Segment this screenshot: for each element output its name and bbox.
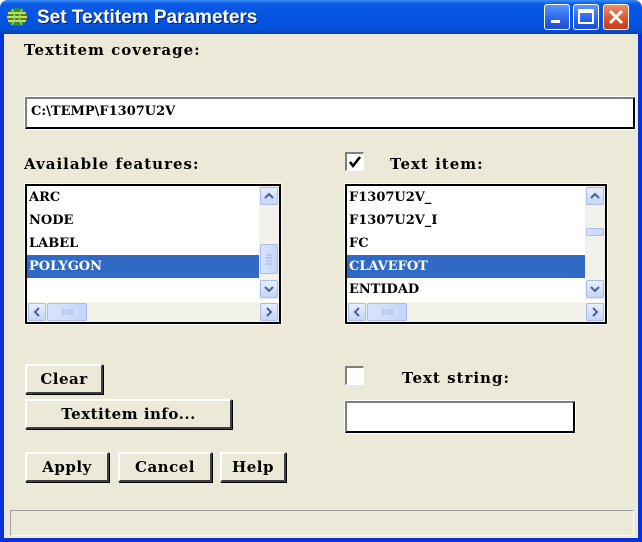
help-button[interactable]: Help xyxy=(220,452,286,482)
text-item-list[interactable]: F1307U2V_ F1307U2V_I FC CLAVEFOT ENTIDAD xyxy=(344,183,608,325)
status-bar xyxy=(10,510,634,536)
list-item[interactable]: ENTIDAD xyxy=(347,278,585,301)
horizontal-scrollbar[interactable] xyxy=(347,302,605,322)
window-title: Set Textitem Parameters xyxy=(37,7,258,28)
vertical-scrollbar[interactable] xyxy=(259,186,279,300)
minimize-button[interactable] xyxy=(544,4,570,30)
list-item-selected[interactable]: POLYGON xyxy=(27,255,259,278)
scroll-down-button[interactable] xyxy=(260,280,278,298)
vertical-scrollbar[interactable] xyxy=(585,186,605,300)
scroll-down-button[interactable] xyxy=(586,280,604,298)
list-item[interactable]: FC xyxy=(347,232,585,255)
clear-button[interactable]: Clear xyxy=(25,364,103,394)
app-icon xyxy=(6,7,28,27)
chevron-left-icon xyxy=(33,307,40,317)
coverage-input[interactable]: C:\TEMP\F1307U2V xyxy=(24,96,636,130)
grip-icon xyxy=(382,309,393,315)
title-bar[interactable]: Set Textitem Parameters xyxy=(0,0,642,34)
scroll-up-button[interactable] xyxy=(260,187,278,205)
close-icon xyxy=(608,9,624,25)
text-string-label: Text string: xyxy=(402,369,510,387)
chevron-down-icon xyxy=(264,286,274,293)
available-features-items: ARC NODE LABEL POLYGON xyxy=(27,186,259,278)
chevron-up-icon xyxy=(590,192,600,199)
apply-button[interactable]: Apply xyxy=(25,452,109,482)
scroll-thumb[interactable] xyxy=(260,244,278,274)
minimize-icon xyxy=(551,20,560,23)
text-item-items: F1307U2V_ F1307U2V_I FC CLAVEFOT ENTIDAD xyxy=(347,186,585,301)
coverage-value: C:\TEMP\F1307U2V xyxy=(31,104,176,119)
scroll-thumb[interactable] xyxy=(47,303,87,321)
text-string-checkbox[interactable] xyxy=(345,366,364,385)
maximize-icon xyxy=(578,9,594,24)
grip-icon xyxy=(62,309,73,315)
scroll-thumb[interactable] xyxy=(586,228,604,236)
scroll-up-button[interactable] xyxy=(586,187,604,205)
available-features-label: Available features: xyxy=(24,155,200,173)
list-item-selected[interactable]: CLAVEFOT xyxy=(347,255,585,278)
grip-icon xyxy=(266,254,272,265)
scroll-right-button[interactable] xyxy=(586,303,604,321)
text-item-label: Text item: xyxy=(390,155,484,173)
list-item[interactable]: NODE xyxy=(27,209,259,232)
scroll-left-button[interactable] xyxy=(28,303,46,321)
chevron-right-icon xyxy=(592,307,599,317)
chevron-down-icon xyxy=(590,286,600,293)
checkmark-icon xyxy=(349,156,361,169)
list-item[interactable]: F1307U2V_ xyxy=(347,186,585,209)
textitem-info-button[interactable]: Textitem info... xyxy=(25,399,232,429)
maximize-button[interactable] xyxy=(573,4,599,30)
chevron-right-icon xyxy=(266,307,273,317)
available-features-list[interactable]: ARC NODE LABEL POLYGON xyxy=(24,183,282,325)
list-item[interactable]: ARC xyxy=(27,186,259,209)
text-item-checkbox[interactable] xyxy=(345,152,364,171)
dialog-window: Set Textitem Parameters Textitem coverag… xyxy=(0,0,642,542)
list-item[interactable]: LABEL xyxy=(27,232,259,255)
text-string-input[interactable] xyxy=(344,400,576,434)
scroll-left-button[interactable] xyxy=(348,303,366,321)
close-button[interactable] xyxy=(603,4,629,30)
dialog-body: Textitem coverage: C:\TEMP\F1307U2V Avai… xyxy=(4,34,638,538)
horizontal-scrollbar[interactable] xyxy=(27,302,279,322)
chevron-left-icon xyxy=(353,307,360,317)
coverage-label: Textitem coverage: xyxy=(24,41,201,59)
list-item[interactable]: F1307U2V_I xyxy=(347,209,585,232)
scroll-right-button[interactable] xyxy=(260,303,278,321)
chevron-up-icon xyxy=(264,192,274,199)
cancel-button[interactable]: Cancel xyxy=(118,452,212,482)
scroll-thumb[interactable] xyxy=(367,303,407,321)
